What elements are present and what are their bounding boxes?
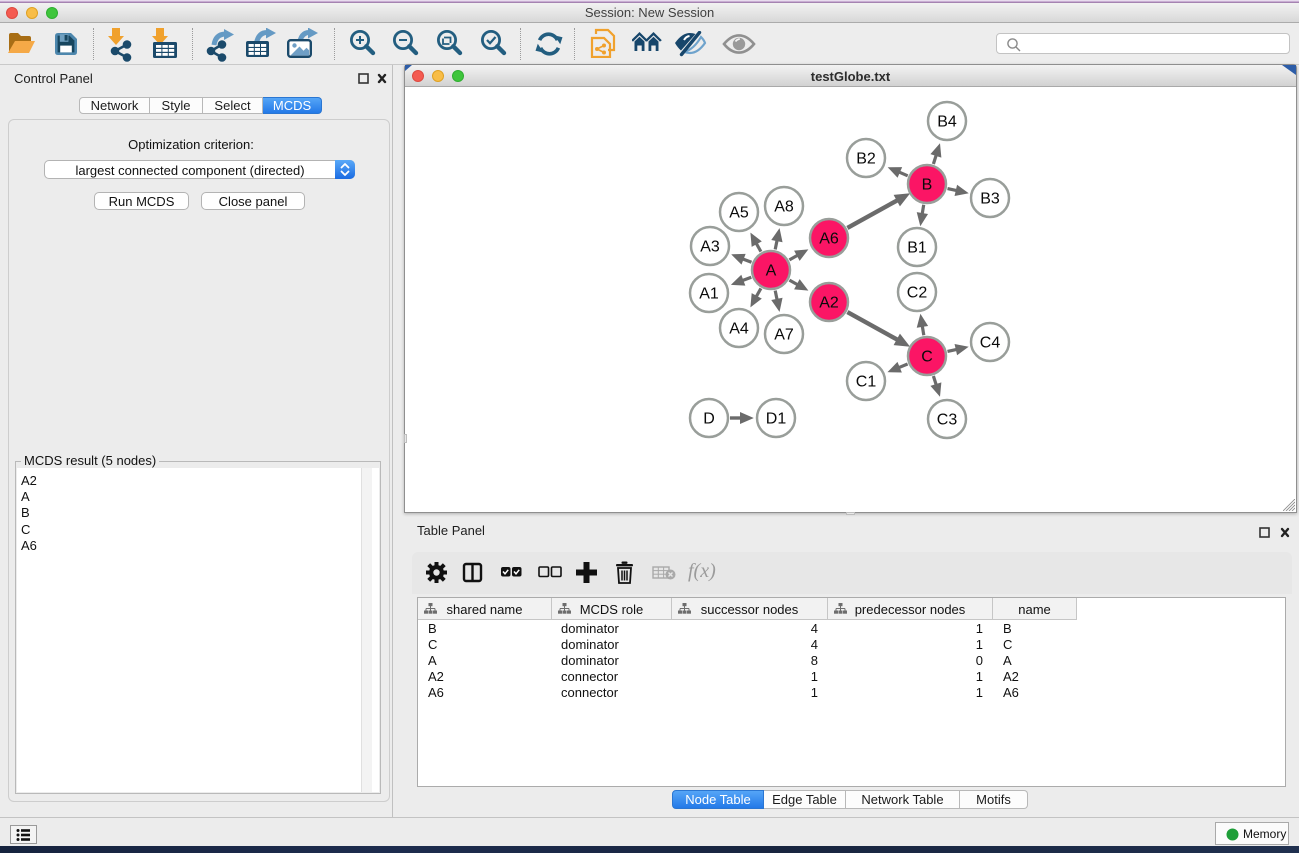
- svg-text:A3: A3: [700, 239, 720, 256]
- svg-text:B1: B1: [907, 240, 927, 257]
- svg-text:C3: C3: [937, 412, 958, 429]
- svg-text:A5: A5: [729, 205, 749, 222]
- svg-text:A6: A6: [819, 231, 839, 248]
- svg-text:C2: C2: [907, 285, 928, 302]
- svg-text:A7: A7: [774, 327, 794, 344]
- svg-text:A4: A4: [729, 321, 749, 338]
- svg-text:C: C: [921, 349, 933, 366]
- svg-text:B2: B2: [856, 151, 876, 168]
- svg-text:A2: A2: [819, 295, 839, 312]
- svg-text:C1: C1: [856, 374, 877, 391]
- svg-text:B: B: [922, 177, 933, 194]
- svg-text:B4: B4: [937, 114, 957, 131]
- svg-text:D: D: [703, 411, 715, 428]
- svg-text:D1: D1: [766, 411, 787, 428]
- svg-text:B3: B3: [980, 191, 1000, 208]
- svg-text:C4: C4: [980, 335, 1001, 352]
- svg-text:A8: A8: [774, 199, 794, 216]
- svg-text:A: A: [766, 263, 777, 280]
- svg-text:A1: A1: [699, 286, 719, 303]
